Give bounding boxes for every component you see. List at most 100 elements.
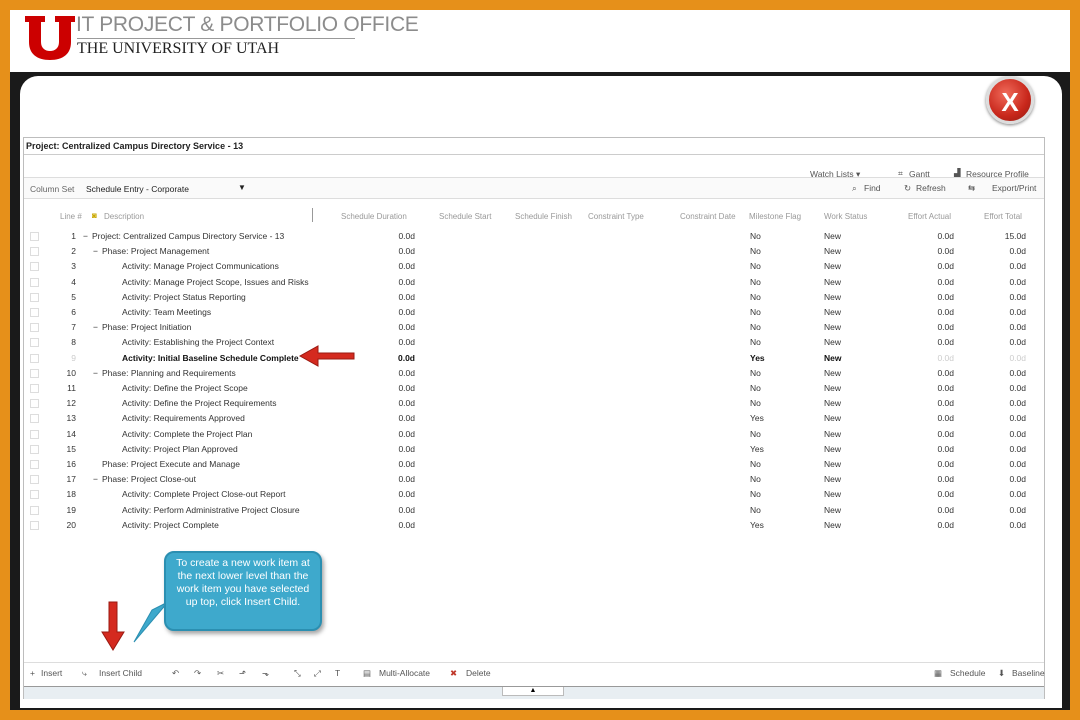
collapse-toggle-icon[interactable]: − bbox=[93, 322, 98, 332]
move-up-icon[interactable]: ⬏ bbox=[239, 668, 246, 679]
table-row[interactable]: 5 Activity: Project Status Reporting 0.0d N… bbox=[24, 290, 1044, 305]
refresh-button[interactable]: Refresh bbox=[916, 183, 946, 193]
row-checkbox[interactable] bbox=[30, 429, 39, 439]
table-row[interactable]: 16 Phase: Project Execute and Manage 0.0d N… bbox=[24, 457, 1044, 472]
cut-icon[interactable]: ✂ bbox=[217, 668, 224, 679]
row-checkbox[interactable] bbox=[30, 520, 39, 530]
insert-button[interactable]: Insert bbox=[41, 668, 62, 678]
row-checkbox[interactable] bbox=[30, 232, 39, 241]
indent-right-icon[interactable]: ↷ bbox=[194, 668, 201, 679]
row-checkbox[interactable] bbox=[30, 490, 39, 500]
multi-allocate-button[interactable]: Multi-Allocate bbox=[379, 668, 430, 678]
collapse-toggle-icon[interactable]: − bbox=[93, 368, 98, 378]
col-header-duration[interactable]: Schedule Duration bbox=[341, 212, 407, 221]
insert-child-button[interactable]: Insert Child bbox=[99, 668, 142, 678]
row-effort-total: 0.0d bbox=[1009, 413, 1026, 424]
export-print-button[interactable]: Export/Print bbox=[992, 183, 1036, 193]
row-effort-total: 0.0d bbox=[1009, 307, 1026, 317]
row-effort-actual: 0.0d bbox=[937, 322, 954, 333]
row-work-status: New bbox=[824, 367, 842, 378]
row-checkbox[interactable] bbox=[30, 292, 39, 302]
col-header-line[interactable]: Line # bbox=[60, 212, 82, 221]
col-header-description[interactable]: Description bbox=[104, 212, 144, 221]
row-duration: 0.0d bbox=[398, 307, 415, 317]
find-button[interactable]: Find bbox=[864, 183, 881, 193]
row-checkbox[interactable] bbox=[30, 384, 39, 393]
row-description: Activity: Complete Project Close-out Rep… bbox=[122, 489, 286, 500]
row-checkbox[interactable] bbox=[30, 414, 39, 424]
table-row[interactable]: 2 − Phase: Project Management 0.0d No New 0.0d… bbox=[24, 244, 1044, 259]
table-row[interactable]: 19 Activity: Perform Administrative Proje… bbox=[24, 503, 1044, 518]
row-checkbox[interactable] bbox=[30, 308, 39, 317]
row-checkbox[interactable] bbox=[30, 247, 39, 257]
row-checkbox[interactable] bbox=[30, 460, 39, 469]
delete-button[interactable]: Delete bbox=[466, 668, 491, 678]
table-row[interactable]: 8 Activity: Establishing the Project Cont… bbox=[24, 335, 1044, 350]
row-duration: 0.0d bbox=[398, 383, 415, 393]
column-resize-handle[interactable] bbox=[312, 208, 313, 222]
column-set-select[interactable]: Schedule Entry - Corporate bbox=[86, 184, 189, 194]
row-duration: 0.0d bbox=[398, 443, 415, 454]
org-title: IT PROJECT & PORTFOLIO OFFICE bbox=[76, 13, 419, 36]
col-header-work-status[interactable]: Work Status bbox=[824, 212, 867, 221]
row-checkbox[interactable] bbox=[30, 323, 39, 333]
row-checkbox[interactable] bbox=[30, 338, 39, 348]
table-row[interactable]: 14 Activity: Complete the Project Plan 0.0… bbox=[24, 427, 1044, 442]
move-down-icon[interactable]: ⬎ bbox=[262, 668, 269, 679]
row-milestone: Yes bbox=[750, 519, 764, 530]
table-row[interactable]: 12 Activity: Define the Project Requireme… bbox=[24, 396, 1044, 411]
table-row[interactable]: 6 Activity: Team Meetings 0.0d No New 0.0d 0.0… bbox=[24, 305, 1044, 320]
table-row[interactable]: 7 − Phase: Project Initiation 0.0d No New 0.0d… bbox=[24, 320, 1044, 335]
schedule-button[interactable]: Schedule bbox=[950, 668, 985, 678]
baseline-button[interactable]: Baseline bbox=[1012, 668, 1045, 678]
col-header-effort-actual[interactable]: Effort Actual bbox=[908, 212, 951, 221]
col-header-constraint-type[interactable]: Constraint Type bbox=[588, 212, 644, 221]
col-header-milestone[interactable]: Milestone Flag bbox=[749, 212, 801, 221]
col-header-effort-total[interactable]: Effort Total bbox=[984, 212, 1022, 221]
table-row[interactable]: 18 Activity: Complete Project Close-out R… bbox=[24, 487, 1044, 502]
text-format-icon[interactable]: T bbox=[335, 668, 340, 678]
title-divider bbox=[24, 154, 1044, 155]
table-row[interactable]: 1− Project: Centralized Campus Directory … bbox=[24, 229, 1044, 244]
row-checkbox[interactable] bbox=[30, 368, 39, 378]
row-work-status: New bbox=[824, 231, 842, 241]
row-checkbox[interactable] bbox=[30, 444, 39, 454]
row-checkbox[interactable] bbox=[30, 262, 39, 272]
row-effort-total: 0.0d bbox=[1009, 276, 1026, 287]
close-button[interactable]: X bbox=[986, 76, 1034, 124]
row-checkbox[interactable] bbox=[30, 353, 39, 363]
table-row[interactable]: 20 Activity: Project Complete 0.0d Yes New 0.… bbox=[24, 518, 1044, 533]
row-work-status: New bbox=[824, 322, 842, 333]
row-effort-actual: 0.0d bbox=[937, 261, 954, 272]
col-header-start[interactable]: Schedule Start bbox=[439, 212, 491, 221]
collapse-toggle-icon[interactable]: − bbox=[93, 246, 98, 256]
row-description: Activity: Project Status Reporting bbox=[122, 291, 246, 302]
table-row[interactable]: 10 − Phase: Planning and Requirements 0.0d N… bbox=[24, 366, 1044, 381]
link-icon[interactable]: ⤡ bbox=[294, 668, 301, 679]
table-row[interactable]: 13 Activity: Requirements Approved 0.0d Yes… bbox=[24, 411, 1044, 426]
collapse-toggle-icon[interactable]: − bbox=[83, 231, 88, 241]
table-row[interactable]: 9 Activity: Initial Baseline Schedule Com… bbox=[24, 351, 1044, 366]
row-effort-total: 0.0d bbox=[1009, 504, 1026, 515]
table-row[interactable]: 4 Activity: Manage Project Scope, Issues … bbox=[24, 275, 1044, 290]
table-row[interactable]: 17 − Phase: Project Close-out 0.0d No New 0.0d… bbox=[24, 472, 1044, 487]
row-work-status: New bbox=[824, 352, 842, 363]
unlink-icon[interactable]: ⤢ bbox=[314, 668, 321, 679]
table-row[interactable]: 11 Activity: Define the Project Scope 0.0d… bbox=[24, 381, 1044, 396]
row-work-status: New bbox=[824, 383, 842, 393]
chevron-down-icon[interactable]: ▼ bbox=[238, 183, 246, 192]
indent-left-icon[interactable]: ↶ bbox=[172, 668, 179, 679]
row-duration: 0.0d bbox=[398, 459, 415, 469]
table-row[interactable]: 15 Activity: Project Plan Approved 0.0d Yes… bbox=[24, 442, 1044, 457]
row-effort-actual: 0.0d bbox=[937, 443, 954, 454]
row-checkbox[interactable] bbox=[30, 399, 39, 409]
row-checkbox[interactable] bbox=[30, 277, 39, 287]
expand-panel-handle[interactable]: ▲ bbox=[502, 687, 564, 696]
collapse-toggle-icon[interactable]: − bbox=[93, 474, 98, 484]
row-checkbox[interactable] bbox=[30, 505, 39, 515]
col-header-finish[interactable]: Schedule Finish bbox=[515, 212, 572, 221]
table-row[interactable]: 3 Activity: Manage Project Communications… bbox=[24, 259, 1044, 274]
row-checkbox[interactable] bbox=[30, 475, 39, 485]
row-milestone: No bbox=[750, 367, 761, 378]
col-header-constraint-date[interactable]: Constraint Date bbox=[680, 212, 736, 221]
